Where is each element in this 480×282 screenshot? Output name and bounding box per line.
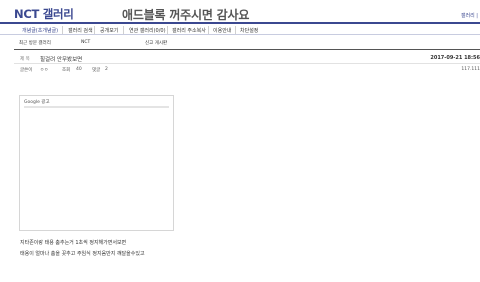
nav-separator <box>94 26 95 34</box>
nav-separator <box>167 26 168 34</box>
ad-content-bar <box>24 106 169 108</box>
post-meta: 글쓴이 ㅇㅇ 조회 40 댓글 2 117.111 <box>14 66 480 75</box>
author-ip: 117.111 <box>461 67 480 72</box>
nav-item-related-galleries[interactable]: 연관 갤러리(0/0) <box>129 27 166 34</box>
top-navigation: 개념글(초개념글) 갤러리 검색 공개모기 연관 갤러리(0/0) 갤러리 주소… <box>0 22 480 35</box>
ad-label: Google 광고 <box>24 100 50 105</box>
nav-item-gallery-search[interactable]: 갤러리 검색 <box>68 27 93 34</box>
post-date: 2017-09-21 18:56 <box>430 55 480 61</box>
report-board-link[interactable]: 신고 게시판 <box>145 40 167 46</box>
nav-separator <box>235 26 236 34</box>
post-body-line-1: 지타존이랑 태용 춤추는거 1초씩 정지해가면서보면 <box>20 240 127 246</box>
banner-text: 애드블록 꺼주시면 감사요 <box>122 8 250 22</box>
gallery-title[interactable]: NCT 갤러리 <box>14 6 74 22</box>
views-label: 조회 <box>62 68 71 73</box>
post-subject: 힐걸려 안무봤보면 <box>40 57 83 63</box>
subnav-divider <box>14 49 480 50</box>
recent-gallery-link-nct[interactable]: NCT <box>81 40 90 45</box>
nav-item-usage-guide[interactable]: 이용안내 <box>213 27 231 34</box>
views-count: 40 <box>76 67 82 72</box>
top-right-link[interactable]: 갤러리 | <box>461 12 478 19</box>
sub-navigation: 최근 방문 갤러리 NCT 신고 게시판 <box>14 38 472 48</box>
nav-item-copy-address[interactable]: 갤러리 주소복사 <box>172 27 206 34</box>
nav-item-block-settings[interactable]: 차단설정 <box>240 27 258 34</box>
subject-label: 제 목 <box>20 57 30 62</box>
nav-separator <box>62 26 63 34</box>
nav-separator <box>123 26 124 34</box>
author-label: 글쓴이 <box>20 68 33 73</box>
comments-label: 댓글 <box>92 68 101 73</box>
google-ad-box[interactable]: Google 광고 <box>19 95 174 231</box>
post-header: 제 목 힐걸려 안무봤보면 2017-09-21 18:56 <box>14 53 480 64</box>
nav-item-public-view[interactable]: 공개모기 <box>100 27 118 34</box>
comments-count: 2 <box>105 67 108 72</box>
post-body-line-2: 태용이 얼마나 춤을 꼿추고 주임식 정지음만지 꺠달을수있고 <box>20 251 145 257</box>
nav-item-best-posts[interactable]: 개념글(초개념글) <box>22 27 58 34</box>
recent-galleries-label: 최근 방문 갤러리 <box>19 41 51 46</box>
post-author[interactable]: ㅇㅇ <box>40 67 48 73</box>
nav-separator <box>208 26 209 34</box>
